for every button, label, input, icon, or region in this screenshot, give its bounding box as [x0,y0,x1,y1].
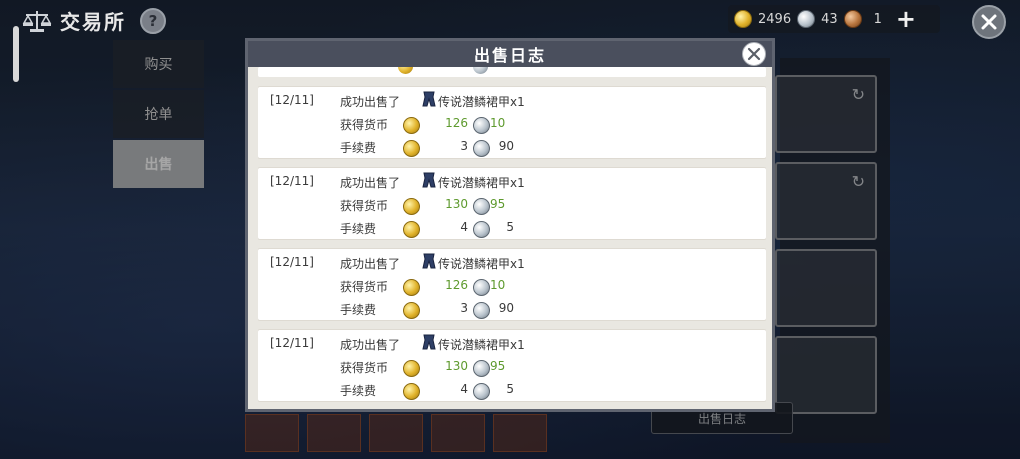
gold-coin-icon [403,279,420,296]
list-item: [12/11] 成功出售了 传说潜鳞裙甲x1 获得货币 130 95 手续费 4… [258,330,766,401]
item-name: 传说潜鳞裙甲x1 [438,257,525,271]
silver-coin-icon [473,140,490,157]
silver-amount: 43 [821,11,838,27]
question-icon[interactable]: ? [140,7,166,34]
item-name: 传说潜鳞裙甲x1 [438,95,525,109]
gold-coin-icon [403,221,420,238]
silver-coin-icon [797,10,816,28]
earned-gold: 126 [445,116,468,130]
copper-coin-icon [843,10,862,28]
success-label: 成功出售了 [340,176,401,190]
silver-coin-icon [473,279,490,296]
armor-icon [422,253,436,269]
gold-coin-icon [398,67,413,74]
list-item-partial [258,67,766,77]
log-date: [12/11] [270,174,314,188]
fee-silver: 5 [506,382,514,396]
title-area: 交易所 ? [22,6,166,35]
fee-gold: 3 [460,301,468,315]
earned-label: 获得货币 [340,280,389,294]
fee-label: 手续费 [340,141,377,155]
gold-coin-icon [403,117,420,134]
armor-icon [422,91,436,107]
gold-amount: 2496 [758,11,792,27]
list-item: [12/11] 成功出售了 传说潜鳞裙甲x1 获得货币 130 95 手续费 4… [258,168,766,239]
dialog-header: 出售日志 [248,41,772,67]
fee-label: 手续费 [340,384,377,398]
silver-coin-icon [473,383,490,400]
gold-coin-icon [403,198,420,215]
earned-silver: 10 [490,278,506,292]
fee-label: 手续费 [340,222,377,236]
fee-silver: 90 [498,301,514,315]
success-label: 成功出售了 [340,95,401,109]
fee-label: 手续费 [340,303,377,317]
top-bar: 交易所 ? 2496 43 1 + [0,0,1020,40]
scrollbar[interactable] [13,26,19,82]
currency-bar: 2496 43 1 + [728,5,940,33]
fee-gold: 4 [460,382,468,396]
scale-icon [22,10,52,32]
earned-silver: 10 [490,116,506,130]
gold-coin-icon [403,140,420,157]
armor-icon [422,334,436,350]
gold-coin-icon [403,360,420,377]
fee-silver: 5 [506,220,514,234]
close-icon[interactable] [742,42,766,66]
success-label: 成功出售了 [340,257,401,271]
silver-coin-icon [473,221,490,238]
earned-label: 获得货币 [340,361,389,375]
dialog-title: 出售日志 [473,46,546,65]
log-date: [12/11] [270,93,314,107]
copper-amount: 1 [873,11,882,27]
silver-coin-icon [473,198,490,215]
earned-label: 获得货币 [340,199,389,213]
fee-gold: 4 [460,220,468,234]
earned-silver: 95 [490,197,506,211]
gold-coin-icon [734,10,752,28]
earned-gold: 130 [445,359,468,373]
silver-coin-icon [473,117,490,134]
sale-log-list[interactable]: [12/11] 成功出售了 传说潜鳞裙甲x1 获得货币 126 10 手续费 3… [258,67,766,407]
gold-coin-icon [403,383,420,400]
fee-silver: 90 [498,139,514,153]
plus-icon[interactable]: + [896,7,916,31]
silver-coin-icon [473,302,490,319]
earned-gold: 126 [445,278,468,292]
earned-silver: 95 [490,359,506,373]
log-date: [12/11] [270,336,314,350]
list-item: [12/11] 成功出售了 传说潜鳞裙甲x1 获得货币 126 10 手续费 3… [258,249,766,320]
gold-coin-icon [403,302,420,319]
item-name: 传说潜鳞裙甲x1 [438,338,525,352]
earned-gold: 130 [445,197,468,211]
success-label: 成功出售了 [340,338,401,352]
close-icon[interactable] [972,5,1006,39]
sale-log-dialog: 出售日志 [12/11] 成功出售了 传说潜鳞裙甲x1 获得货币 126 10 … [245,38,775,412]
silver-coin-icon [473,360,490,377]
page-title: 交易所 [60,10,126,34]
log-date: [12/11] [270,255,314,269]
silver-coin-icon [473,67,488,74]
armor-icon [422,172,436,188]
fee-gold: 3 [460,139,468,153]
list-item: [12/11] 成功出售了 传说潜鳞裙甲x1 获得货币 126 10 手续费 3… [258,87,766,158]
item-name: 传说潜鳞裙甲x1 [438,176,525,190]
earned-label: 获得货币 [340,118,389,132]
